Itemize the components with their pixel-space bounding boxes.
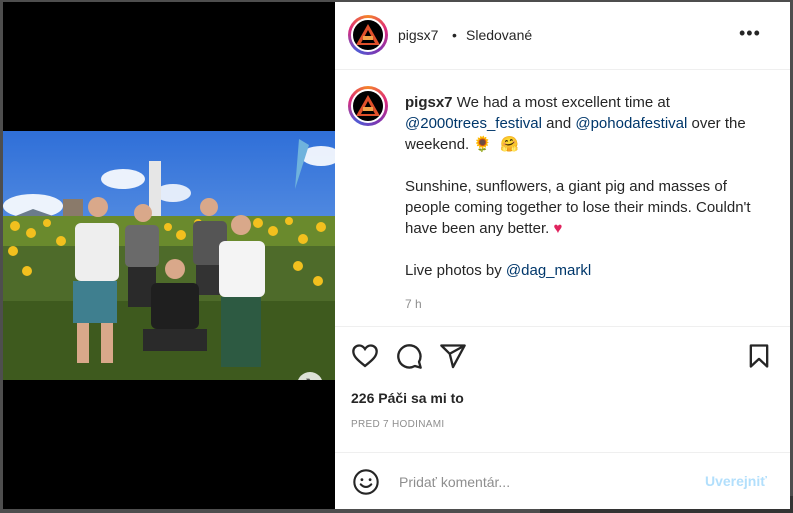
comment-icon bbox=[397, 344, 422, 369]
comment-input[interactable] bbox=[397, 471, 691, 493]
avatar[interactable] bbox=[348, 15, 388, 55]
post-comment-button[interactable]: Uverejniť bbox=[705, 473, 767, 489]
mention-link[interactable]: @pohodafestival bbox=[575, 115, 687, 132]
header-separator: • bbox=[452, 27, 457, 43]
heart-icon bbox=[352, 344, 378, 368]
like-count[interactable]: 226 Páči sa mi to bbox=[351, 390, 464, 406]
mention-link[interactable]: @dag_markl bbox=[506, 262, 591, 279]
hug-emoji: 🤗 bbox=[500, 136, 520, 153]
post-timestamp[interactable]: PRED 7 HODINAMI bbox=[351, 419, 444, 430]
post-actions bbox=[335, 330, 790, 384]
post-info-panel: pigsx7 • Sledované ••• pigsx7 We had a m… bbox=[335, 2, 790, 509]
bookmark-icon bbox=[749, 344, 769, 368]
caption-text: Sunshine, sunflowers, a giant pig and ma… bbox=[405, 178, 751, 237]
avatar[interactable] bbox=[348, 86, 388, 126]
post-header: pigsx7 • Sledované ••• bbox=[335, 2, 790, 70]
caption-text: We had a most excellent time at bbox=[456, 94, 670, 111]
follow-status[interactable]: Sledované bbox=[466, 27, 532, 43]
band-photo-image bbox=[3, 131, 335, 380]
header-username[interactable]: pigsx7 bbox=[398, 27, 438, 43]
post-modal: ❯ pigsx7 • S bbox=[3, 2, 790, 509]
comment-button[interactable] bbox=[395, 342, 423, 370]
heart-emoji: ♥ bbox=[553, 220, 563, 237]
comment-bar: Uverejniť bbox=[335, 452, 790, 510]
share-button[interactable] bbox=[439, 342, 467, 370]
save-button[interactable] bbox=[745, 342, 773, 370]
sunflower-emoji: 🌻 bbox=[473, 136, 493, 153]
chevron-right-icon: ❯ bbox=[304, 376, 317, 380]
send-icon bbox=[440, 344, 466, 369]
caption-section: pigsx7 We had a most excellent time at @… bbox=[335, 70, 790, 327]
post-caption: pigsx7 We had a most excellent time at @… bbox=[405, 92, 775, 281]
caption-text: Live photos by bbox=[405, 262, 502, 279]
mention-link[interactable]: @2000trees_festival bbox=[405, 115, 542, 132]
post-media: ❯ bbox=[3, 2, 335, 509]
caption-text: over bbox=[691, 115, 721, 132]
more-horizontal-icon: ••• bbox=[739, 23, 761, 43]
emoji-button[interactable] bbox=[352, 468, 380, 496]
more-options-button[interactable]: ••• bbox=[739, 23, 761, 43]
caption-text: and bbox=[546, 115, 572, 132]
caption-username[interactable]: pigsx7 bbox=[405, 94, 453, 111]
pigs-logo-icon bbox=[356, 24, 380, 45]
like-button[interactable] bbox=[351, 342, 379, 370]
post-photo[interactable]: ❯ bbox=[3, 131, 335, 380]
emoji-icon bbox=[353, 469, 379, 495]
caption-timestamp[interactable]: 7 h bbox=[405, 297, 422, 311]
pigs-logo-icon bbox=[356, 95, 380, 116]
